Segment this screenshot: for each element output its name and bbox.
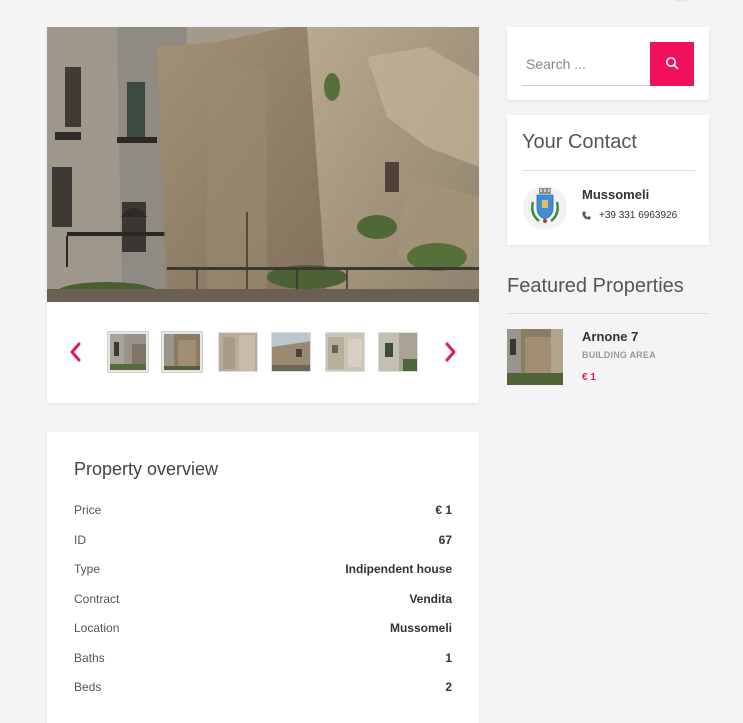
gallery-card	[47, 27, 479, 403]
contact-phone[interactable]: +39 331 6963926	[582, 210, 677, 221]
overview-title: Property overview	[74, 459, 219, 479]
overview-row-baths: Baths 1	[74, 651, 452, 671]
overview-label: Price	[74, 503, 102, 517]
gallery-prev-button[interactable]	[66, 341, 86, 363]
gallery-thumbnail-5[interactable]	[325, 332, 365, 372]
featured-properties-title: Featured Properties	[507, 275, 684, 297]
top-circle-decoration	[664, 0, 700, 2]
overview-row-price: Price € 1	[74, 503, 452, 523]
featured-property-name[interactable]: Arnone 7	[582, 329, 638, 344]
overview-row-type: Type Indipendent house	[74, 562, 452, 582]
contact-name[interactable]: Mussomeli	[582, 187, 649, 202]
property-overview-card: Property overview Price € 1 ID 67 Type I…	[47, 432, 479, 723]
overview-label: Contract	[74, 592, 120, 606]
divider	[507, 313, 709, 314]
phone-icon	[582, 211, 591, 220]
overview-row-beds: Beds 2	[74, 680, 452, 700]
gallery-next-button[interactable]	[440, 341, 460, 363]
search-input[interactable]	[522, 42, 652, 86]
featured-property-category: BUILDING AREA	[582, 350, 656, 360]
main-photo[interactable]	[47, 27, 479, 302]
overview-value: Vendita	[409, 592, 452, 606]
overview-value: 67	[438, 533, 452, 547]
gallery-thumbnail-6[interactable]	[378, 332, 418, 372]
overview-label: Type	[74, 562, 101, 576]
overview-label: Baths	[74, 651, 105, 665]
featured-property-thumbnail[interactable]	[507, 329, 563, 385]
contact-avatar[interactable]	[523, 186, 567, 230]
overview-row-id: ID 67	[74, 533, 452, 553]
search-icon	[665, 56, 679, 73]
search-widget	[507, 27, 709, 100]
overview-row-location: Location Mussomeli	[74, 621, 452, 641]
overview-value: Mussomeli	[389, 621, 452, 635]
gallery-thumbnail-4[interactable]	[271, 332, 311, 372]
overview-value: 2	[445, 680, 452, 694]
divider	[522, 170, 695, 171]
thumbnail-strip	[47, 302, 479, 403]
overview-value: € 1	[435, 503, 452, 517]
coat-of-arms-icon	[530, 187, 560, 229]
contact-phone-number: +39 331 6963926	[599, 210, 678, 221]
overview-value: 1	[445, 651, 452, 665]
overview-label: ID	[74, 533, 86, 547]
contact-title: Your Contact	[522, 131, 637, 153]
overview-label: Beds	[74, 680, 102, 694]
featured-property-price: € 1	[582, 372, 596, 383]
chevron-left-icon	[66, 341, 86, 363]
overview-value: Indipendent house	[345, 562, 452, 576]
chevron-right-icon	[440, 341, 460, 363]
featured-property-item[interactable]: Arnone 7 BUILDING AREA € 1	[507, 329, 709, 385]
gallery-thumbnail-2[interactable]	[162, 332, 202, 372]
gallery-thumbnail-3[interactable]	[218, 332, 258, 372]
search-button[interactable]	[650, 42, 694, 86]
overview-row-contract: Contract Vendita	[74, 592, 452, 612]
contact-widget: Your Contact Mussomeli +39 331 6963926	[507, 115, 709, 245]
gallery-thumbnail-1[interactable]	[108, 332, 148, 372]
overview-label: Location	[74, 621, 120, 635]
